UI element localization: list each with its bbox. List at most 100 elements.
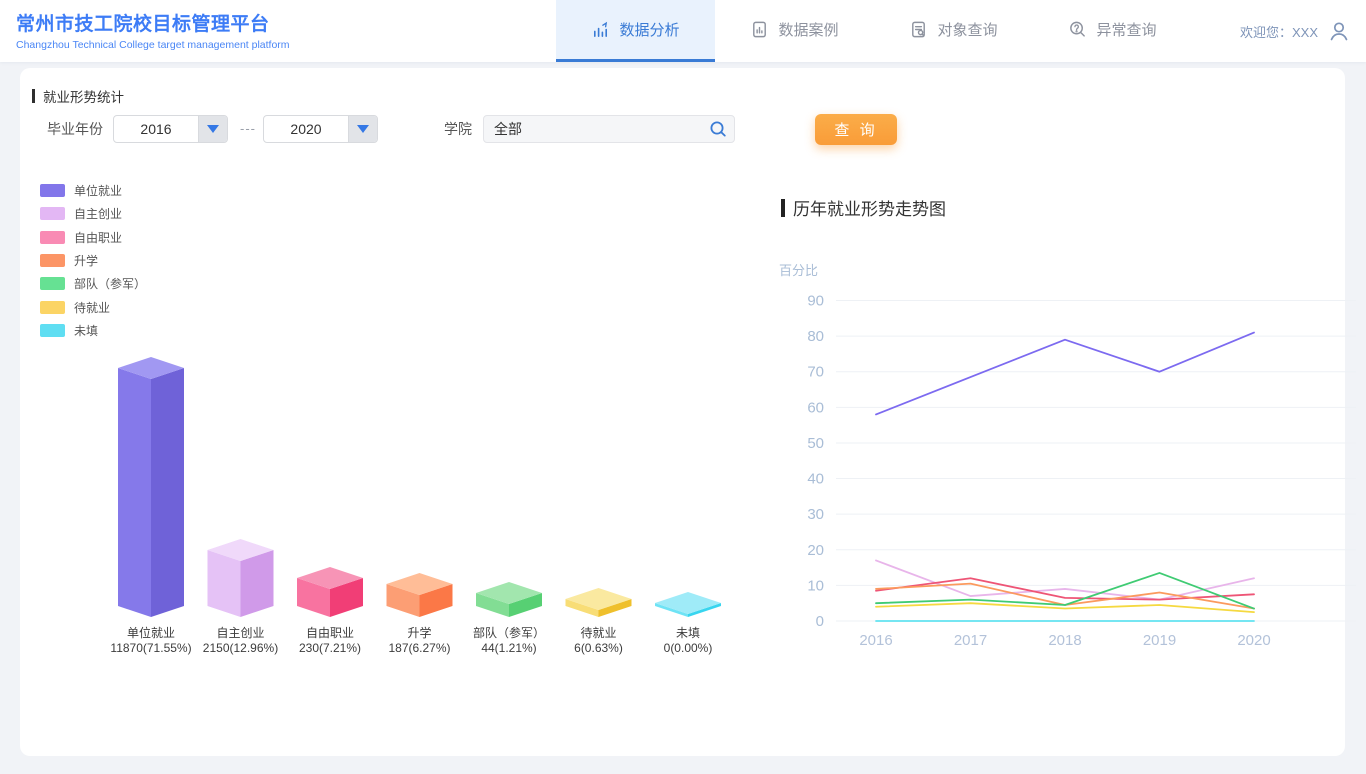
brand: 常州市技工院校目标管理平台 Changzhou Technical Colleg… — [16, 9, 290, 51]
legend-item-3[interactable]: 升学 — [40, 249, 146, 272]
x-tick-label: 2019 — [1143, 632, 1176, 649]
x-tick-label: 2018 — [1048, 632, 1081, 649]
legend-swatch — [40, 277, 65, 290]
legend-label: 待就业 — [74, 299, 110, 316]
bar-category-label: 未填 — [676, 626, 700, 640]
tab-1[interactable]: 数据分析 — [556, 0, 715, 62]
doc-chart-icon — [750, 20, 769, 39]
doc-search-icon — [909, 20, 928, 39]
legend-swatch — [40, 207, 65, 220]
user-icon[interactable] — [1328, 20, 1350, 42]
college-input-wrap — [483, 115, 735, 143]
bar-category-label: 自由职业 — [306, 626, 354, 640]
y-tick-label: 50 — [807, 435, 824, 452]
app-header: 常州市技工院校目标管理平台 Changzhou Technical Colleg… — [0, 0, 1366, 62]
chevron-down-icon — [357, 125, 369, 133]
year-range-separator: --- — [234, 115, 262, 143]
year-to-select[interactable]: 2020 — [263, 115, 378, 143]
legend-swatch — [40, 231, 65, 244]
legend-label: 自由职业 — [74, 229, 122, 246]
bar-value-label: 6(0.63%) — [574, 641, 623, 655]
welcome-text: 欢迎您：XXX — [1240, 22, 1318, 41]
bar-category-label: 自主创业 — [216, 626, 264, 640]
legend-swatch — [40, 324, 65, 337]
query-button[interactable]: 查 询 — [815, 114, 897, 145]
welcome-area: 欢迎您：XXX — [1240, 0, 1350, 62]
y-tick-label: 40 — [807, 471, 824, 488]
chevron-down-icon — [207, 125, 219, 133]
bar-value-label: 44(1.21%) — [481, 641, 536, 655]
tab-2[interactable]: 数据案例 — [715, 0, 874, 62]
legend-item-5[interactable]: 待就业 — [40, 295, 146, 318]
year-to-dropdown-button[interactable] — [348, 116, 377, 142]
section-title: 就业形势统计 — [32, 86, 124, 106]
year-from-value: 2016 — [114, 116, 198, 142]
year-range-label: 毕业年份 — [47, 115, 103, 143]
line-series-1 — [876, 560, 1254, 599]
tab-label: 数据分析 — [619, 19, 679, 40]
main-nav: 数据分析 数据案例 对象查询 异常查询 — [556, 0, 1192, 62]
tab-label: 异常查询 — [1096, 19, 1156, 40]
legend-swatch — [40, 184, 65, 197]
y-tick-label: 30 — [807, 506, 824, 523]
tab-4[interactable]: 异常查询 — [1033, 0, 1192, 62]
bar-0 — [118, 357, 184, 617]
y-tick-label: 0 — [816, 613, 824, 630]
bar-category-label: 单位就业 — [127, 625, 175, 640]
legend-label: 升学 — [74, 252, 98, 269]
legend-swatch — [40, 301, 65, 314]
bar-value-label: 11870(71.55%) — [110, 641, 191, 655]
bar-value-label: 187(6.27%) — [388, 641, 450, 655]
bar-4 — [476, 582, 542, 617]
year-from-dropdown-button[interactable] — [198, 116, 227, 142]
bar-1 — [208, 539, 274, 617]
bar-value-label: 230(7.21%) — [299, 641, 361, 655]
y-tick-label: 70 — [807, 364, 824, 381]
legend-swatch — [40, 254, 65, 267]
legend-item-1[interactable]: 自主创业 — [40, 202, 146, 225]
bar-3 — [387, 573, 453, 617]
bar-value-label: 0(0.00%) — [664, 641, 713, 655]
legend-label: 单位就业 — [74, 182, 122, 199]
line-chart-title: 历年就业形势走势图 — [781, 195, 946, 220]
bar-category-label: 待就业 — [580, 626, 616, 640]
x-tick-label: 2016 — [859, 632, 892, 649]
tab-3[interactable]: 对象查询 — [874, 0, 1033, 62]
x-tick-label: 2020 — [1237, 632, 1270, 649]
college-input[interactable] — [484, 121, 702, 137]
y-tick-label: 10 — [807, 577, 824, 594]
year-to-value: 2020 — [264, 116, 348, 142]
legend-item-4[interactable]: 部队（参军） — [40, 272, 146, 295]
bar-2 — [297, 567, 363, 617]
employment-bar-chart: 单位就业11870(71.55%) 自主创业2150(12.96%) 自由职业230… — [60, 345, 740, 675]
tab-label: 对象查询 — [937, 19, 997, 40]
y-tick-label: 80 — [807, 328, 824, 345]
page: 常州市技工院校目标管理平台 Changzhou Technical Colleg… — [0, 0, 1366, 774]
legend-label: 未填 — [74, 322, 98, 339]
question-search-icon — [1068, 20, 1087, 39]
bar-6 — [655, 592, 721, 617]
legend-item-2[interactable]: 自由职业 — [40, 226, 146, 249]
main-card: 就业形势统计 毕业年份 2016 --- 2020 学院 — [20, 68, 1345, 756]
app-subtitle: Changzhou Technical College target manag… — [16, 39, 290, 51]
line-series-0 — [876, 333, 1254, 415]
y-tick-label: 60 — [807, 399, 824, 416]
bar-chart-icon — [591, 20, 610, 39]
bar-value-label: 2150(12.96%) — [203, 641, 278, 655]
legend-item-6[interactable]: 未填 — [40, 319, 146, 342]
line-chart-ylabel: 百分比 — [779, 260, 818, 279]
college-search-button[interactable] — [702, 116, 734, 142]
bar-5 — [566, 588, 632, 617]
year-from-select[interactable]: 2016 — [113, 115, 228, 143]
x-tick-label: 2017 — [954, 632, 987, 649]
y-tick-label: 20 — [807, 542, 824, 559]
employment-trend-line-chart: 0 10 20 30 40 50 60 70 80 90 2016 2017 2018 2019 2020 — [770, 290, 1360, 660]
legend-item-0[interactable]: 单位就业 — [40, 179, 146, 202]
legend-label: 部队（参军） — [74, 275, 146, 292]
y-tick-label: 90 — [807, 293, 824, 310]
tab-label: 数据案例 — [778, 19, 838, 40]
app-title: 常州市技工院校目标管理平台 — [16, 9, 290, 36]
bar-category-label: 升学 — [407, 625, 431, 640]
bar-category-label: 部队（参军） — [473, 625, 545, 640]
college-label: 学院 — [444, 115, 472, 143]
